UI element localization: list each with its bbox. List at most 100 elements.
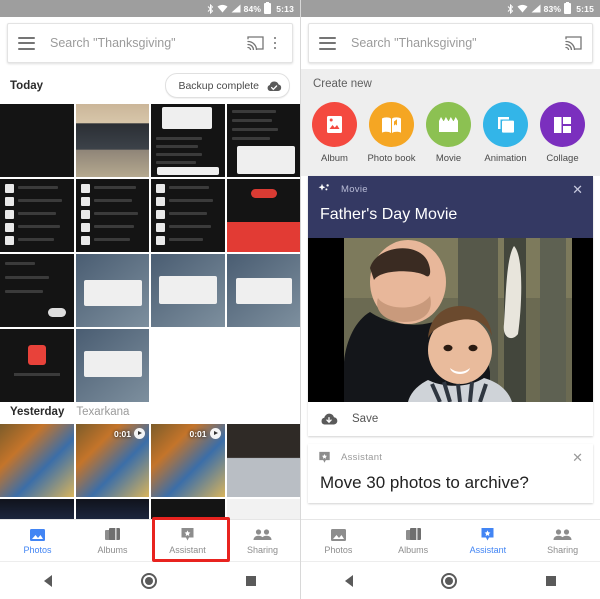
hamburger-icon[interactable] (18, 36, 35, 50)
status-bar: 83% 5:15 (301, 0, 600, 17)
photo-book-circle (369, 102, 414, 147)
nav-tab-albums[interactable]: Albums (75, 520, 150, 562)
photo-thumbnail[interactable] (75, 179, 149, 252)
cloud-check-icon (267, 80, 282, 91)
photo-thumbnail[interactable] (75, 329, 149, 402)
video-badge: 0:01 (114, 428, 145, 439)
photo-thumbnail[interactable] (226, 424, 300, 497)
photo-thumbnail[interactable] (0, 329, 74, 402)
photo-thumbnail[interactable] (226, 254, 300, 327)
sparkle-icon (318, 183, 329, 191)
photo-thumbnail[interactable] (226, 179, 300, 252)
movie-preview-photo[interactable] (308, 238, 593, 402)
movie-clapper-icon (439, 117, 459, 132)
create-new-section: Create new Album Photo book Movie Animat… (301, 69, 600, 176)
system-navigation-bar (301, 561, 600, 599)
photo-thumbnail[interactable] (151, 104, 225, 177)
cast-icon[interactable] (565, 36, 582, 50)
clock: 5:13 (276, 3, 294, 14)
nav-tab-sharing[interactable]: Sharing (525, 520, 600, 562)
system-navigation-bar (0, 561, 300, 599)
hamburger-icon[interactable] (319, 36, 336, 50)
create-option-movie[interactable]: Movie (426, 102, 471, 164)
photo-thumbnail[interactable] (75, 254, 149, 327)
recents-icon[interactable] (245, 575, 256, 586)
cast-icon[interactable] (247, 36, 264, 50)
create-option-label: Animation (484, 153, 527, 164)
wifi-icon (517, 4, 528, 13)
search-input[interactable]: Search "Thanksgiving" (351, 36, 565, 50)
status-bar: 84% 5:13 (0, 0, 300, 17)
photo-thumbnail[interactable] (226, 104, 300, 177)
photo-thumbnail[interactable] (0, 104, 74, 177)
home-icon[interactable] (441, 572, 458, 589)
search-bar[interactable]: Search "Thanksgiving" (308, 23, 593, 63)
nav-tab-photos[interactable]: Photos (0, 520, 75, 562)
create-option-album[interactable]: Album (312, 102, 357, 164)
battery-icon (564, 1, 572, 14)
search-bar[interactable]: Search "Thanksgiving" (7, 23, 293, 63)
assistant-card-title: Move 30 photos to archive? (320, 473, 529, 492)
movie-card-header: Movie ✕ (308, 176, 593, 202)
create-option-collage[interactable]: Collage (540, 102, 585, 164)
video-thumbnail[interactable]: 0:01 (75, 424, 149, 497)
back-icon[interactable] (44, 574, 53, 587)
wifi-icon (217, 4, 228, 13)
create-option-photo-book[interactable]: Photo book (367, 102, 416, 164)
nav-label: Albums (398, 545, 429, 555)
photo-book-icon (382, 116, 401, 133)
movie-circle (426, 102, 471, 147)
nav-tab-assistant[interactable]: Assistant (150, 520, 225, 562)
clock: 5:15 (576, 3, 594, 14)
nav-tab-assistant[interactable]: Assistant (451, 520, 526, 562)
create-option-label: Collage (546, 153, 579, 164)
recents-icon[interactable] (545, 575, 556, 586)
nav-tab-photos[interactable]: Photos (301, 520, 376, 562)
battery-percent: 83% (543, 3, 562, 14)
nav-label: Sharing (547, 544, 579, 555)
signal-icon (531, 4, 541, 13)
photo-thumbnail[interactable] (0, 424, 74, 497)
assistant-badge-icon (319, 451, 330, 463)
create-option-label: Movie (435, 153, 462, 164)
movie-card-title: Father's Day Movie (320, 206, 458, 223)
search-bar-container: Search "Thanksgiving" (301, 17, 600, 69)
sharing-icon (253, 528, 272, 540)
create-new-options: Album Photo book Movie Animation Collage (301, 102, 600, 164)
close-icon[interactable]: ✕ (572, 183, 583, 196)
photo-thumbnail[interactable] (151, 254, 225, 327)
video-badge: 0:01 (189, 428, 221, 439)
today-label: Today (10, 79, 44, 92)
cloud-download-icon (321, 413, 338, 425)
close-icon[interactable]: ✕ (572, 451, 583, 464)
assistant-suggestion-card[interactable]: Assistant ✕ Move 30 photos to archive? (308, 444, 593, 503)
nav-label: Sharing (246, 544, 279, 555)
photos-icon (30, 529, 45, 541)
collage-circle (540, 102, 585, 147)
photo-thumbnail[interactable] (0, 179, 74, 252)
back-icon[interactable] (345, 574, 354, 587)
create-option-animation[interactable]: Animation (483, 102, 528, 164)
nav-label: Photos (23, 545, 52, 555)
collage-icon (554, 116, 571, 133)
photo-thumbnail[interactable] (0, 254, 74, 327)
photo-thumbnail[interactable] (75, 104, 149, 177)
assistant-icon (481, 528, 494, 541)
overflow-menu-icon[interactable] (268, 36, 282, 50)
movie-suggestion-card[interactable]: Movie ✕ Father's Day Movie Save (308, 176, 593, 436)
battery-percent: 84% (243, 3, 262, 14)
movie-save-row[interactable]: Save (308, 402, 593, 436)
search-input[interactable]: Search "Thanksgiving" (50, 36, 247, 50)
home-icon[interactable] (140, 572, 157, 589)
photo-thumbnail[interactable] (151, 179, 225, 252)
animation-circle (483, 102, 528, 147)
nav-tab-albums[interactable]: Albums (376, 520, 451, 562)
signal-icon (231, 4, 241, 13)
albums-icon (405, 528, 421, 540)
nav-label: Albums (97, 545, 128, 555)
video-thumbnail[interactable]: 0:01 (151, 424, 225, 497)
battery-icon (264, 1, 272, 14)
nav-tab-sharing[interactable]: Sharing (225, 520, 300, 562)
nav-label: Photos (324, 545, 353, 555)
backup-status-chip[interactable]: Backup complete (165, 73, 290, 98)
